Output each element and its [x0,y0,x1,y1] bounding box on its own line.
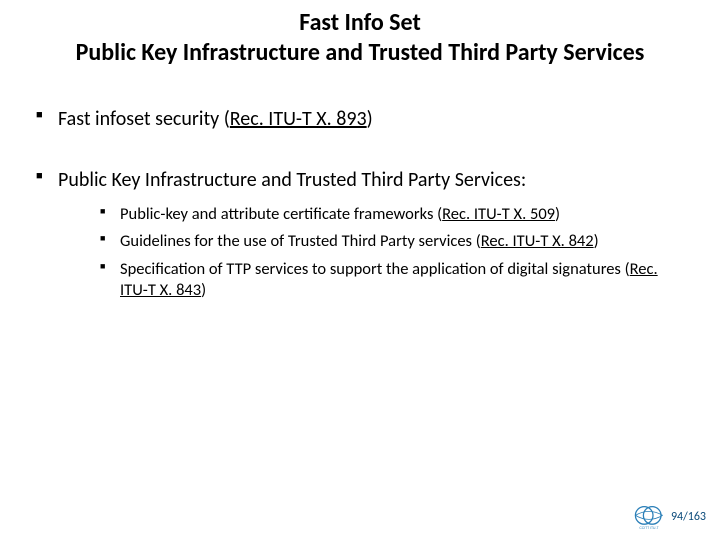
rec-link[interactable]: Rec. ITU-T X. 893 [230,107,367,131]
item-text-post: ) [594,231,599,251]
slide: Fast Info Set Public Key Infrastructure … [0,0,720,540]
rec-link[interactable]: Rec. ITU-T X. 842 [481,231,594,251]
bullet-list: Fast infoset security (Rec. ITU-T X. 893… [34,106,686,302]
title-line-1: Fast Info Set [12,8,708,38]
list-item: Public-key and attribute certificate fra… [100,204,686,225]
list-item: Public Key Infrastructure and Trusted Th… [34,167,686,302]
item-text: Fast infoset security ( [58,107,230,131]
slide-title: Fast Info Set Public Key Infrastructure … [0,0,720,68]
list-item: Fast infoset security (Rec. ITU-T X. 893… [34,106,686,133]
item-text: Guidelines for the use of Trusted Third … [120,231,481,251]
item-text: Public-key and attribute certificate fra… [120,204,442,224]
footer: CCITT ITU-T 94/163 [633,504,706,530]
anniversary-logo-icon: CCITT ITU-T [633,504,665,530]
item-text-post: ) [555,204,560,224]
item-text: Public Key Infrastructure and Trusted Th… [58,168,526,192]
item-text-post: ) [201,280,206,300]
slide-body: Fast infoset security (Rec. ITU-T X. 893… [0,68,720,302]
page-number: 94/163 [671,510,706,524]
item-text-post: ) [367,107,373,131]
list-item: Guidelines for the use of Trusted Third … [100,231,686,252]
svg-text:CCITT ITU-T: CCITT ITU-T [639,526,658,530]
item-text: Specification of TTP services to support… [120,259,630,279]
sub-bullet-list: Public-key and attribute certificate fra… [58,204,686,302]
rec-link[interactable]: Rec. ITU-T X. 509 [442,204,555,224]
title-line-2: Public Key Infrastructure and Trusted Th… [12,38,708,68]
list-item: Specification of TTP services to support… [100,259,686,302]
